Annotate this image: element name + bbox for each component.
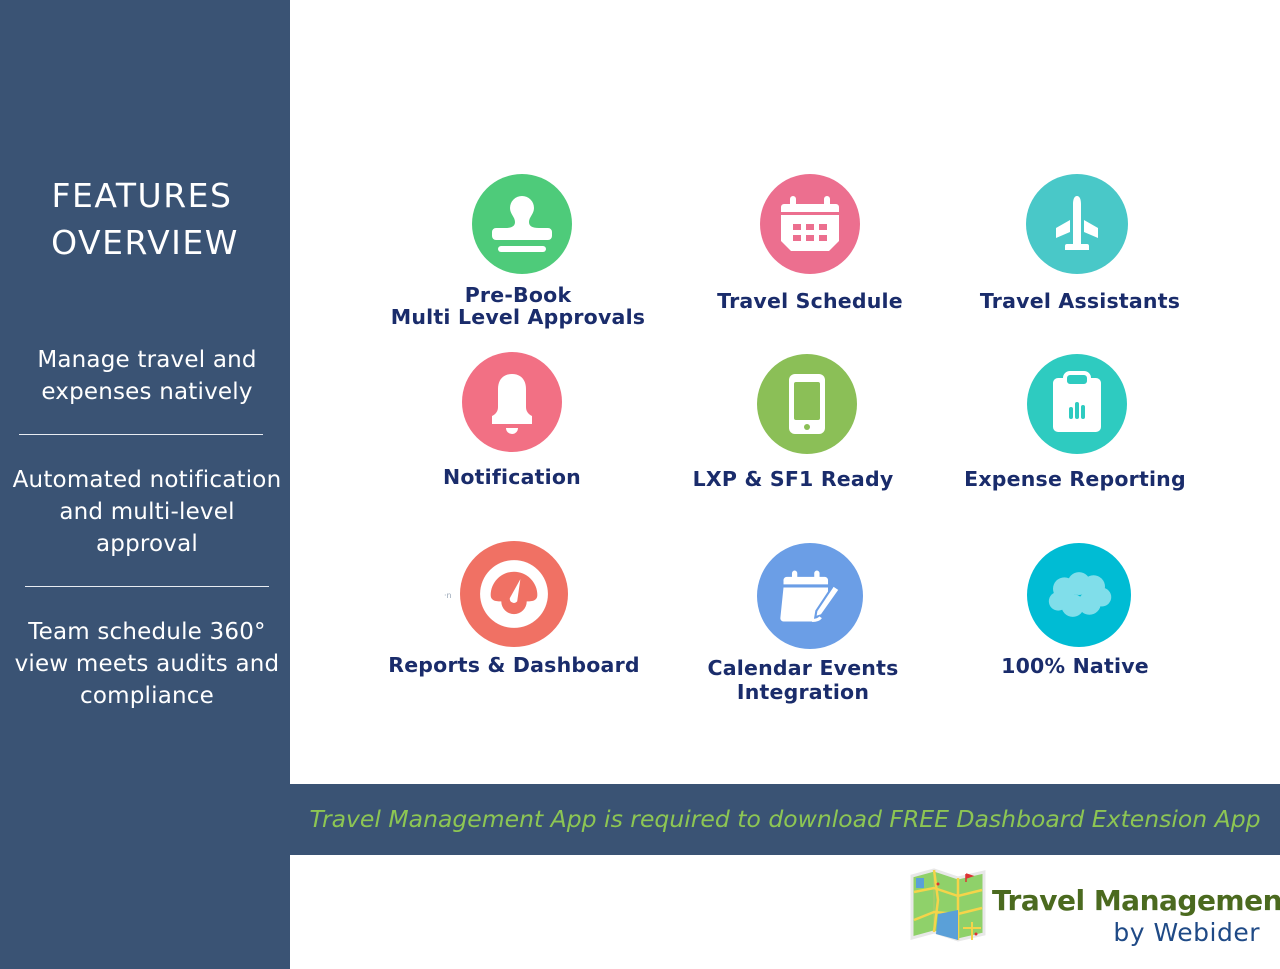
feature-label-line: Travel Schedule bbox=[717, 289, 903, 313]
features-sidebar: FEATURES OVERVIEW Manage travel and expe… bbox=[0, 0, 290, 969]
airplane-icon bbox=[1026, 174, 1128, 274]
feature-label: Travel Assistants bbox=[930, 290, 1230, 312]
feature-label: LXP & SF1 Ready bbox=[643, 468, 943, 490]
sidebar-title-line2: OVERVIEW bbox=[51, 223, 239, 262]
feature-label-line: 100% Native bbox=[1001, 654, 1149, 678]
calendar-icon bbox=[760, 174, 860, 274]
feature-travel-schedule: Travel Schedule bbox=[660, 174, 960, 334]
sidebar-divider bbox=[19, 434, 263, 435]
feature-label: Calendar Events Integration bbox=[653, 657, 953, 703]
sidebar-text-line: expenses natively bbox=[41, 379, 253, 405]
feature-label-line: Calendar Events bbox=[707, 656, 899, 680]
feature-label-line: Integration bbox=[736, 680, 870, 704]
sidebar-divider bbox=[25, 586, 269, 587]
folded-map-icon bbox=[908, 866, 990, 948]
feature-label: Reports & Dashboard bbox=[364, 654, 664, 676]
sidebar-title-line1: FEATURES bbox=[51, 176, 233, 215]
feature-reports-dashboard: Reports & Dashboard bbox=[364, 541, 664, 681]
feature-label: Notification bbox=[362, 466, 662, 488]
sidebar-text-line: Manage travel and bbox=[37, 347, 257, 373]
sidebar-text-line: Automated notification bbox=[12, 467, 282, 493]
feature-label: Pre-Book Multi Level Approvals bbox=[368, 284, 668, 328]
feature-label-line: Notification bbox=[443, 465, 581, 489]
feature-lxp-sf1-ready: LXP & SF1 Ready bbox=[643, 354, 943, 494]
logo-title: Travel Management bbox=[992, 884, 1280, 917]
sidebar-feature-native: Manage travel and expenses natively bbox=[0, 344, 294, 408]
feature-label-line: Expense Reporting bbox=[964, 467, 1186, 491]
sidebar-feature-schedule: Team schedule 360° view meets audits and… bbox=[0, 616, 294, 712]
calendar-edit-icon bbox=[757, 543, 863, 649]
sidebar-text-line: Team schedule 360° bbox=[28, 619, 266, 645]
logo-subtitle: by Webider bbox=[1113, 918, 1260, 947]
mobile-phone-icon bbox=[757, 354, 857, 454]
feature-expense-reporting: Expense Reporting bbox=[925, 354, 1225, 494]
feature-travel-assistants: Travel Assistants bbox=[930, 174, 1230, 334]
feature-notification: Notification bbox=[362, 352, 662, 492]
stamp-icon bbox=[472, 174, 572, 274]
info-banner: Travel Management App is required to dow… bbox=[290, 784, 1280, 855]
cloud-icon bbox=[1027, 543, 1131, 647]
feature-label-line: Pre-Book bbox=[464, 283, 572, 307]
sidebar-text-line: approval bbox=[95, 531, 198, 557]
feature-label-line: LXP & SF1 Ready bbox=[692, 467, 894, 491]
sidebar-feature-notification: Automated notification and multi-level a… bbox=[0, 464, 294, 560]
feature-label-line: Multi Level Approvals bbox=[390, 305, 646, 329]
feature-label: 100% Native bbox=[925, 655, 1225, 677]
feature-label-line: Reports & Dashboard bbox=[388, 653, 640, 677]
gauge-icon bbox=[460, 541, 568, 647]
bell-icon bbox=[462, 352, 562, 452]
feature-label-line: Travel Assistants bbox=[979, 289, 1181, 313]
feature-pre-book-approvals: Pre-Book Multi Level Approvals bbox=[368, 174, 668, 334]
travel-management-logo: Travel Management by Webider bbox=[908, 866, 1280, 956]
feature-label: Expense Reporting bbox=[925, 468, 1225, 490]
banner-text: Travel Management App is required to dow… bbox=[309, 805, 1261, 833]
sidebar-title: FEATURES OVERVIEW bbox=[0, 172, 290, 266]
sidebar-text-line: and multi-level bbox=[59, 499, 235, 525]
clipboard-chart-icon bbox=[1027, 354, 1127, 454]
sidebar-text-line: compliance bbox=[80, 683, 214, 709]
feature-100-native: 100% Native bbox=[925, 543, 1225, 683]
feature-label: Travel Schedule bbox=[660, 290, 960, 312]
sidebar-text-line: view meets audits and bbox=[14, 651, 280, 677]
feature-calendar-events-integration: Calendar Events Integration bbox=[653, 543, 953, 703]
